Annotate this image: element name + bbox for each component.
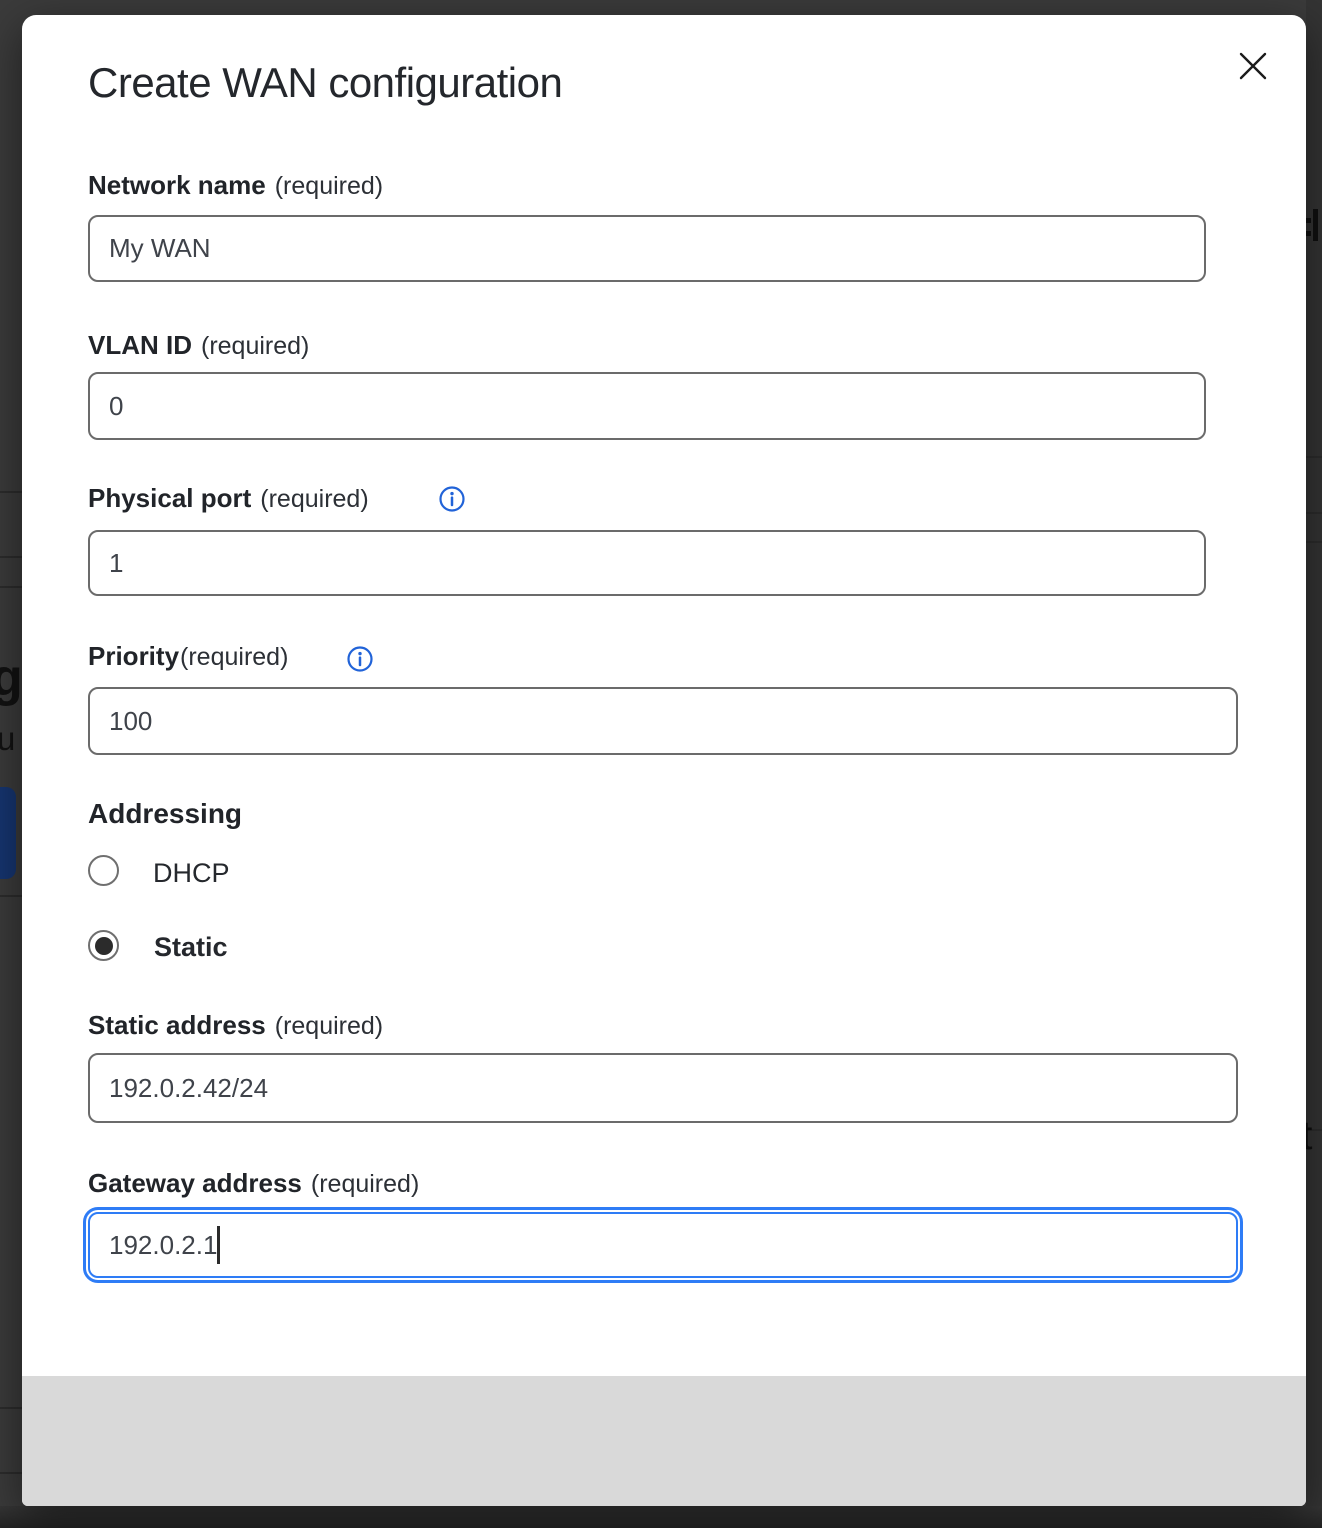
background-table-line [0,1472,22,1474]
field-label-text: Static address [88,1010,266,1041]
field-label-text: Physical port [88,483,251,514]
text-cursor [217,1226,220,1264]
gateway-address-input[interactable] [88,1212,1238,1278]
gateway-address-label: Gateway address (required) [88,1168,419,1199]
network-name-label: Network name (required) [88,170,383,201]
create-wan-configuration-dialog: Create WAN configuration Network name (r… [22,15,1306,1506]
priority-label: Priority (required) [88,641,288,672]
backdrop-strip-bottom [0,1506,1322,1528]
close-icon [1236,49,1270,83]
field-label-text: Network name [88,170,266,201]
static-radio[interactable] [88,930,119,961]
info-icon[interactable] [438,485,466,513]
gateway-address-field [88,1212,1238,1278]
background-text-fragment: g [0,648,23,708]
field-label-text: Priority [88,641,179,672]
physical-port-label: Physical port (required) [88,483,369,514]
addressing-heading: Addressing [88,798,242,830]
background-table-line [0,586,22,588]
dialog-footer: Cancel Save [22,1376,1306,1506]
required-hint: (required) [275,172,383,201]
static-radio-label[interactable]: Static [154,932,228,963]
dhcp-radio[interactable] [88,855,119,886]
field-label-text: VLAN ID [88,330,192,361]
background-table-line [1306,541,1322,543]
dhcp-radio-label[interactable]: DHCP [153,858,230,889]
field-label-text: Gateway address [88,1168,302,1199]
static-address-input[interactable] [88,1053,1238,1123]
required-hint: (required) [311,1170,419,1199]
network-name-input[interactable] [88,215,1206,282]
priority-input[interactable] [88,687,1238,755]
background-table-line [1306,456,1322,458]
dimmed-backdrop: g u t Create WAN configuration Network n… [0,0,1322,1528]
vlan-id-label: VLAN ID (required) [88,330,309,361]
required-hint: (required) [201,332,309,361]
background-text-fragment [1306,231,1311,236]
vlan-id-input[interactable] [88,372,1206,440]
background-table-line [0,556,22,558]
background-table-line [0,1407,22,1409]
background-table-line [0,895,22,897]
required-hint: (required) [260,485,368,514]
static-address-label: Static address (required) [88,1010,383,1041]
info-icon[interactable] [346,645,374,673]
background-table-line [1306,512,1322,514]
background-text-fragment [1313,209,1318,241]
required-hint: (required) [180,643,288,672]
background-text-fragment [1306,218,1311,223]
background-table-line [0,491,22,493]
dialog-title: Create WAN configuration [88,59,562,107]
background-text-fragment: u [0,720,15,758]
background-button-fragment [0,787,16,879]
close-button[interactable] [1228,41,1278,91]
required-hint: (required) [275,1012,383,1041]
physical-port-input[interactable] [88,530,1206,596]
